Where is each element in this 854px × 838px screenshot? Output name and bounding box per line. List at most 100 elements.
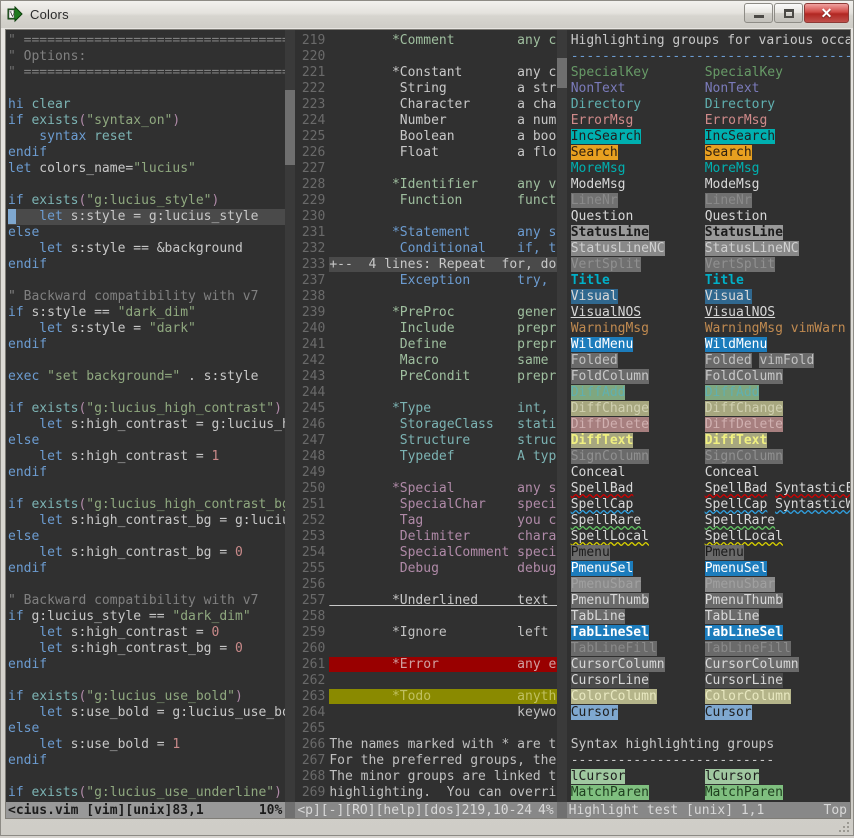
highlight-line[interactable]: TabLineTabLine xyxy=(571,609,850,625)
status-line-highlight-test[interactable]: Highlight test [unix] 1,1 Top xyxy=(567,802,850,819)
code-line[interactable]: endif xyxy=(8,257,285,273)
help-line[interactable]: 233 +-- 4 lines: Repeat for, do, whi xyxy=(295,257,556,273)
help-line[interactable]: 229 Function function > xyxy=(295,193,556,209)
help-line[interactable]: 239 *PreProc generic P> xyxy=(295,305,556,321)
highlight-line[interactable]: DiffDeleteDiffDelete xyxy=(571,417,850,433)
help-line[interactable]: 252 Tag you can u> xyxy=(295,513,556,529)
help-line[interactable]: 249 xyxy=(295,465,556,481)
code-line[interactable]: let s:high_contrast = g:lucius_hig> xyxy=(8,417,285,433)
code-line[interactable]: " Backward compatibility with v7 xyxy=(8,593,285,609)
code-line[interactable]: " ======================================… xyxy=(8,65,285,81)
code-line[interactable]: let s:style = g:lucius_style xyxy=(8,209,285,225)
highlight-line[interactable]: LineNrLineNr xyxy=(571,193,850,209)
code-line[interactable] xyxy=(8,385,285,401)
code-line[interactable]: " ======================================… xyxy=(8,33,285,49)
highlight-line[interactable]: PmenuPmenu xyxy=(571,545,850,561)
highlight-line[interactable]: VertSplitVertSplit xyxy=(571,257,850,273)
highlight-line[interactable]: lCursorlCursor xyxy=(571,769,850,785)
code-line[interactable]: endif xyxy=(8,465,285,481)
highlight-line[interactable]: SpellCapSpellCap SyntasticWarni> xyxy=(571,497,850,513)
pane-lucius-vim[interactable]: " ======================================… xyxy=(6,30,285,802)
help-line[interactable]: 247 Structure struct, u> xyxy=(295,433,556,449)
help-line[interactable]: 222 String a string > xyxy=(295,81,556,97)
help-line[interactable]: 260 xyxy=(295,641,556,657)
vertical-split-scrollbar-2[interactable] xyxy=(557,30,567,802)
highlight-line[interactable]: Highlighting groups for various occasio> xyxy=(571,33,850,49)
highlight-line[interactable]: VisualNOSVisualNOS xyxy=(571,305,850,321)
help-line[interactable]: 254 SpecialComment special t> xyxy=(295,545,556,561)
help-line[interactable]: 245 *Type int, long> xyxy=(295,401,556,417)
close-button[interactable]: ✕ xyxy=(804,3,849,23)
code-line[interactable]: if s:style == "dark_dim" xyxy=(8,305,285,321)
help-line[interactable]: 268 The minor groups are linked to th> xyxy=(295,769,556,785)
code-line[interactable]: if g:lucius_style == "dark_dim" xyxy=(8,609,285,625)
help-line[interactable]: 262 xyxy=(295,673,556,689)
highlight-line[interactable]: ColorColumnColorColumn xyxy=(571,689,850,705)
code-line[interactable]: if exists("g:lucius_high_contrast_bg") xyxy=(8,497,285,513)
code-line[interactable] xyxy=(8,481,285,497)
help-line[interactable]: 240 Include preproces> xyxy=(295,321,556,337)
code-lucius-vim[interactable]: " ======================================… xyxy=(6,30,285,801)
code-line[interactable]: endif xyxy=(8,753,285,769)
code-line[interactable]: endif xyxy=(8,337,285,353)
highlight-line[interactable]: DiffAddDiffAdd xyxy=(571,385,850,401)
highlight-line[interactable]: ModeMsgModeMsg xyxy=(571,177,850,193)
code-line[interactable]: endif xyxy=(8,561,285,577)
code-line[interactable]: endif xyxy=(8,657,285,673)
highlight-line[interactable]: SpellLocalSpellLocal xyxy=(571,529,850,545)
highlight-line[interactable]: SpellRareSpellRare xyxy=(571,513,850,529)
code-line[interactable]: else xyxy=(8,433,285,449)
code-line[interactable]: hi clear xyxy=(8,97,285,113)
highlight-line[interactable]: StatusLineStatusLine xyxy=(571,225,850,241)
highlight-line[interactable]: SpecialKeySpecialKey xyxy=(571,65,850,81)
code-line[interactable]: else xyxy=(8,721,285,737)
code-line[interactable] xyxy=(8,769,285,785)
highlight-line[interactable]: DiffTextDiffText xyxy=(571,433,850,449)
code-line[interactable]: " Options: xyxy=(8,49,285,65)
code-line[interactable]: let s:style = "dark" xyxy=(8,321,285,337)
code-line[interactable]: if exists("g:lucius_use_underline") xyxy=(8,785,285,801)
highlight-line[interactable]: WarningMsgWarningMsg vimWarn vimB> xyxy=(571,321,850,337)
help-line[interactable]: 253 Delimiter character> xyxy=(295,529,556,545)
highlight-line[interactable]: IncSearchIncSearch xyxy=(571,129,850,145)
highlight-line[interactable]: SignColumnSignColumn xyxy=(571,449,850,465)
code-line[interactable]: let s:high_contrast_bg = g:lucius_> xyxy=(8,513,285,529)
help-line[interactable]: 219 *Comment any comme> xyxy=(295,33,556,49)
code-line[interactable] xyxy=(8,273,285,289)
help-line[interactable]: 226 Float a floatin> xyxy=(295,145,556,161)
code-line[interactable]: let s:high_contrast = 0 xyxy=(8,625,285,641)
help-line[interactable]: 248 Typedef A typedef xyxy=(295,449,556,465)
help-line[interactable]: 243 PreCondit preproces> xyxy=(295,369,556,385)
highlight-line[interactable]: PmenuSelPmenuSel xyxy=(571,561,850,577)
highlight-line[interactable]: WildMenuWildMenu xyxy=(571,337,850,353)
highlight-line[interactable]: ---------------------------------------> xyxy=(571,49,850,65)
highlight-line[interactable]: DirectoryDirectory xyxy=(571,97,850,113)
highlight-line[interactable]: DiffChangeDiffChange xyxy=(571,401,850,417)
highlight-line[interactable]: SpellBadSpellBad SyntasticError xyxy=(571,481,850,497)
help-line[interactable]: 265 xyxy=(295,721,556,737)
help-line[interactable]: 228 *Identifier any varia> xyxy=(295,177,556,193)
status-line-syntax-help[interactable]: <p][-][RO][help][dos]219,10-24 4% xyxy=(295,802,556,819)
code-line[interactable] xyxy=(8,673,285,689)
highlight-line[interactable]: CursorColumnCursorColumn xyxy=(571,657,850,673)
scrollbar-thumb[interactable] xyxy=(285,90,295,165)
help-line[interactable]: 241 Define preproces> xyxy=(295,337,556,353)
code-line[interactable] xyxy=(8,353,285,369)
highlight-line[interactable] xyxy=(571,721,850,737)
highlight-line[interactable]: StatusLineNCStatusLineNC xyxy=(571,241,850,257)
help-line[interactable]: 269 highlighting. You can override t> xyxy=(295,785,556,801)
help-line[interactable]: 242 Macro same as D> xyxy=(295,353,556,369)
highlight-line[interactable]: PmenuThumbPmenuThumb xyxy=(571,593,850,609)
code-line[interactable] xyxy=(8,577,285,593)
help-line[interactable]: 246 StorageClass static, r> xyxy=(295,417,556,433)
help-line[interactable]: 258 xyxy=(295,609,556,625)
highlight-line[interactable]: -------------------------- xyxy=(571,753,850,769)
resize-grip[interactable] xyxy=(837,819,851,833)
scrollbar-thumb[interactable] xyxy=(557,58,567,88)
code-line[interactable]: else xyxy=(8,225,285,241)
help-line[interactable]: 220 xyxy=(295,49,556,65)
highlight-line[interactable]: PmenuSbarPmenuSbar xyxy=(571,577,850,593)
highlight-line[interactable]: ErrorMsgErrorMsg xyxy=(571,113,850,129)
help-line[interactable]: 257 *Underlined text that> xyxy=(295,593,556,609)
highlight-line[interactable]: MatchParenMatchParen xyxy=(571,785,850,801)
